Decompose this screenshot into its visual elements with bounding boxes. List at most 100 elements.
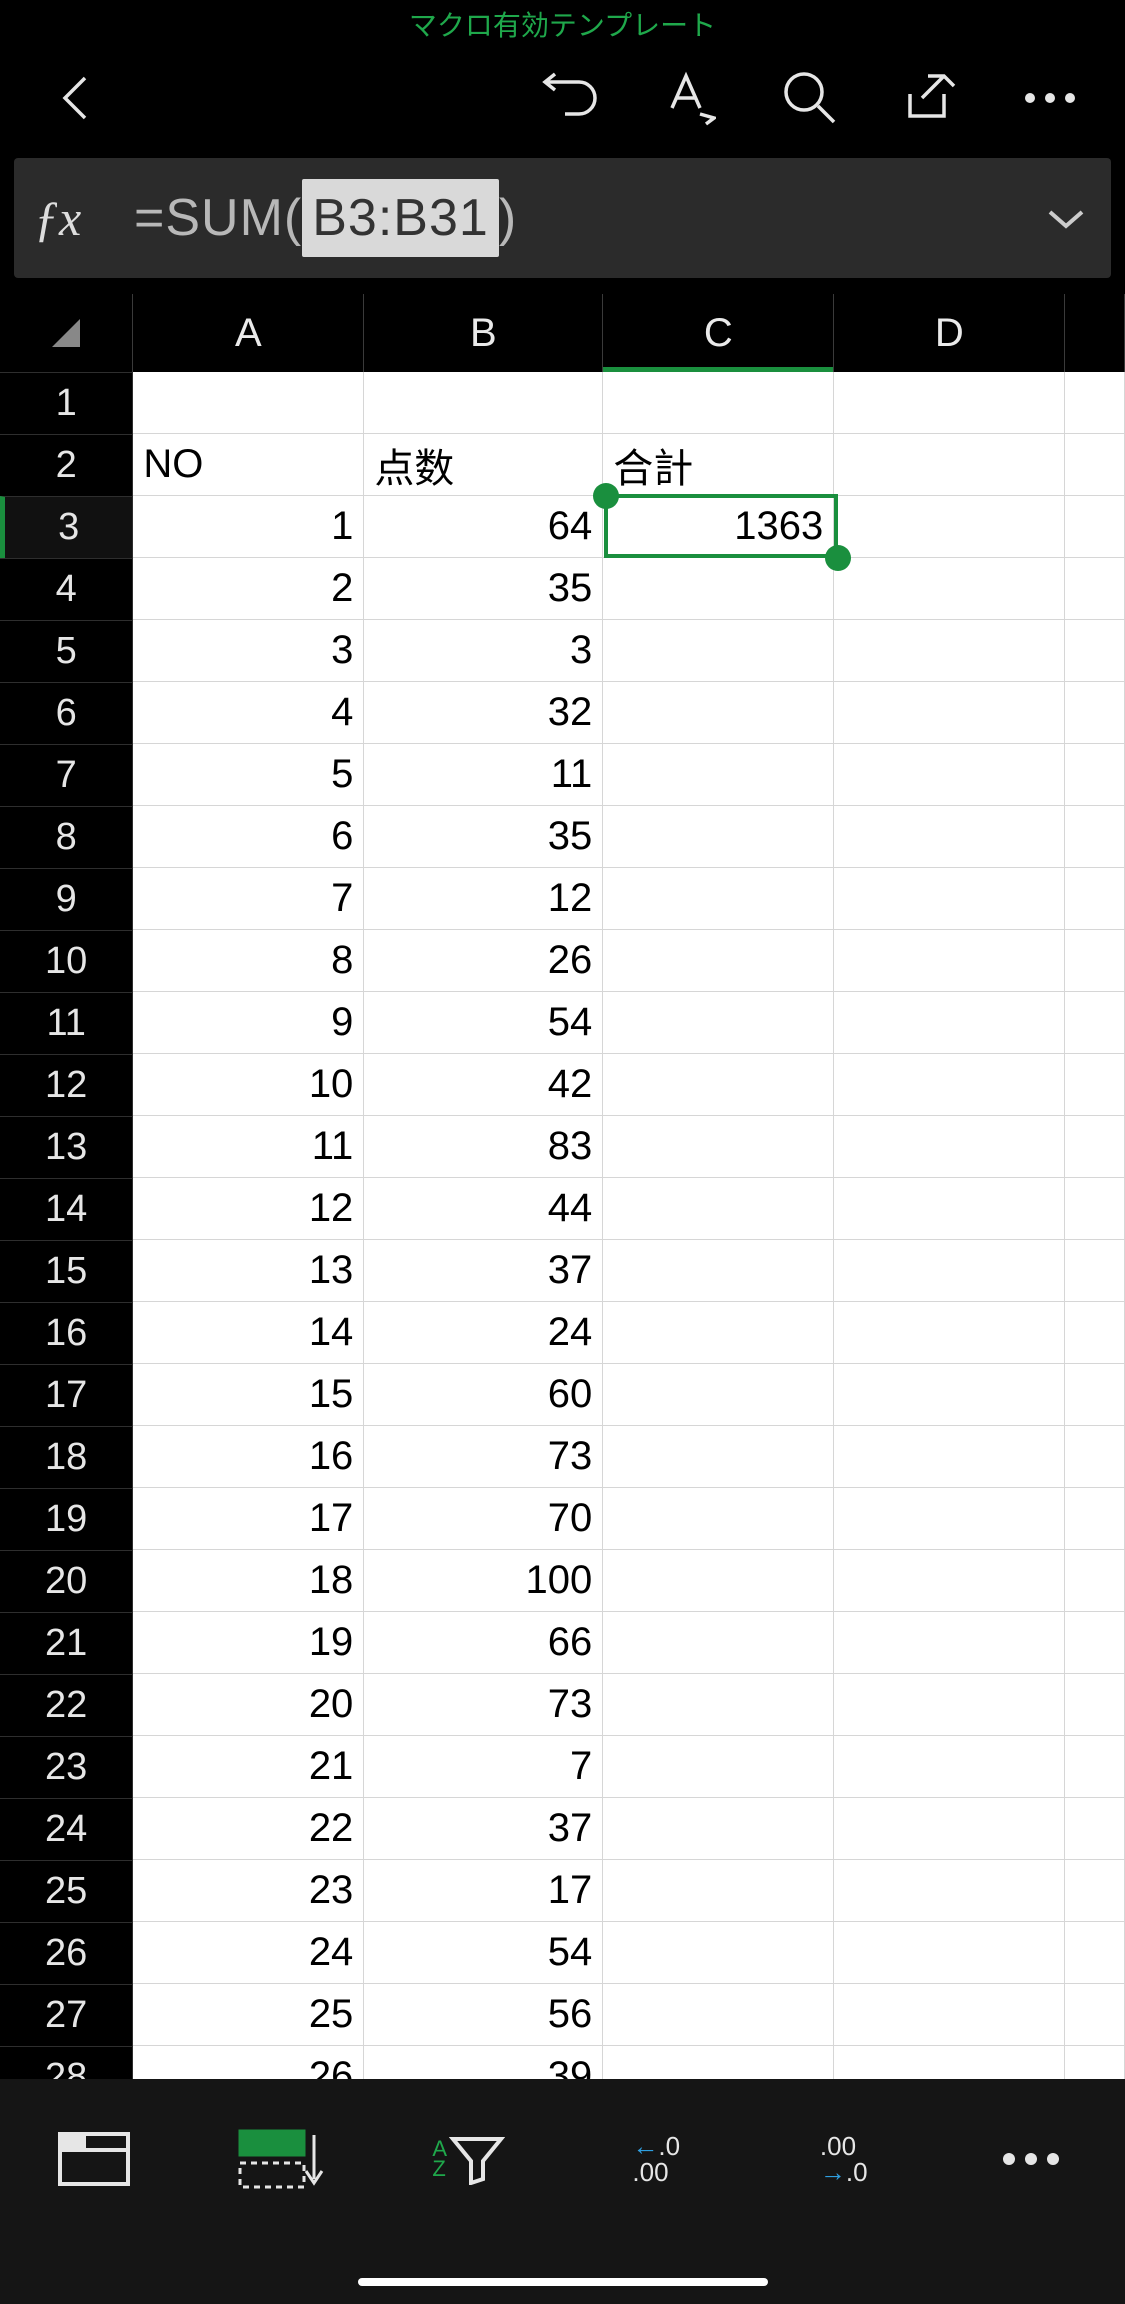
cell-B15[interactable]: 37 [364, 1240, 603, 1302]
cell-B4[interactable]: 35 [364, 558, 603, 620]
row-header[interactable]: 21 [0, 1612, 133, 1674]
cell-A7[interactable]: 5 [133, 744, 364, 806]
cell-A24[interactable]: 22 [133, 1798, 364, 1860]
cell-E19[interactable] [1065, 1488, 1125, 1550]
column-header-a[interactable]: A [133, 294, 364, 372]
cell-C13[interactable] [603, 1116, 834, 1178]
decrease-decimal-button[interactable]: ←.0 .00 [563, 2109, 751, 2209]
home-indicator[interactable] [358, 2278, 768, 2286]
row-header[interactable]: 6 [0, 682, 133, 744]
cell-D19[interactable] [834, 1488, 1065, 1550]
cell-B10[interactable]: 26 [364, 930, 603, 992]
cell-D18[interactable] [834, 1426, 1065, 1488]
cell-D22[interactable] [834, 1674, 1065, 1736]
cell-A25[interactable]: 23 [133, 1860, 364, 1922]
cell-E4[interactable] [1065, 558, 1125, 620]
cell-E18[interactable] [1065, 1426, 1125, 1488]
more-button[interactable] [1005, 53, 1095, 143]
cell-D8[interactable] [834, 806, 1065, 868]
cell-A4[interactable]: 2 [133, 558, 364, 620]
cell-C27[interactable] [603, 1984, 834, 2046]
cell-A22[interactable]: 20 [133, 1674, 364, 1736]
cell-C16[interactable] [603, 1302, 834, 1364]
row-header[interactable]: 16 [0, 1302, 133, 1364]
row-header[interactable]: 10 [0, 930, 133, 992]
row-header[interactable]: 8 [0, 806, 133, 868]
cell-A16[interactable]: 14 [133, 1302, 364, 1364]
row-header[interactable]: 22 [0, 1674, 133, 1736]
cell-B9[interactable]: 12 [364, 868, 603, 930]
cell-A27[interactable]: 25 [133, 1984, 364, 2046]
increase-decimal-button[interactable]: .00 →.0 [750, 2109, 938, 2209]
row-header[interactable]: 9 [0, 868, 133, 930]
font-style-button[interactable] [645, 53, 735, 143]
row-header[interactable]: 19 [0, 1488, 133, 1550]
select-all-corner[interactable] [0, 294, 133, 372]
cell-E20[interactable] [1065, 1550, 1125, 1612]
cell-C2[interactable]: 合計 [603, 434, 834, 496]
cell-B12[interactable]: 42 [364, 1054, 603, 1116]
expand-formula-button[interactable] [1041, 193, 1091, 243]
cell-E12[interactable] [1065, 1054, 1125, 1116]
column-header-d[interactable]: D [834, 294, 1065, 372]
column-header-e[interactable] [1065, 294, 1125, 372]
cell-D9[interactable] [834, 868, 1065, 930]
grid-body[interactable]: 12NO点数合計31641363423553364327511863597121… [0, 372, 1125, 2152]
cell-C11[interactable] [603, 992, 834, 1054]
cell-B22[interactable]: 73 [364, 1674, 603, 1736]
cell-C1[interactable] [603, 372, 834, 434]
cell-A8[interactable]: 6 [133, 806, 364, 868]
row-header[interactable]: 26 [0, 1922, 133, 1984]
cell-D16[interactable] [834, 1302, 1065, 1364]
cell-C19[interactable] [603, 1488, 834, 1550]
cell-A13[interactable]: 11 [133, 1116, 364, 1178]
search-button[interactable] [765, 53, 855, 143]
cell-B17[interactable]: 60 [364, 1364, 603, 1426]
formula-bar[interactable]: ƒx =SUM( B3:B31 ) [14, 158, 1111, 278]
cell-E6[interactable] [1065, 682, 1125, 744]
cell-E22[interactable] [1065, 1674, 1125, 1736]
cell-B20[interactable]: 100 [364, 1550, 603, 1612]
cell-D5[interactable] [834, 620, 1065, 682]
cell-C15[interactable] [603, 1240, 834, 1302]
cell-C5[interactable] [603, 620, 834, 682]
cell-A20[interactable]: 18 [133, 1550, 364, 1612]
cell-A26[interactable]: 24 [133, 1922, 364, 1984]
cell-E14[interactable] [1065, 1178, 1125, 1240]
cell-E11[interactable] [1065, 992, 1125, 1054]
cell-C4[interactable] [603, 558, 834, 620]
cell-E26[interactable] [1065, 1922, 1125, 1984]
cell-B7[interactable]: 11 [364, 744, 603, 806]
row-header[interactable]: 20 [0, 1550, 133, 1612]
cell-D1[interactable] [834, 372, 1065, 434]
cell-C10[interactable] [603, 930, 834, 992]
cell-A3[interactable]: 1 [133, 496, 364, 558]
cell-A18[interactable]: 16 [133, 1426, 364, 1488]
cell-A14[interactable]: 12 [133, 1178, 364, 1240]
row-header[interactable]: 18 [0, 1426, 133, 1488]
formula-content[interactable]: =SUM( B3:B31 ) [134, 179, 1041, 257]
cell-A11[interactable]: 9 [133, 992, 364, 1054]
cell-D4[interactable] [834, 558, 1065, 620]
cell-A12[interactable]: 10 [133, 1054, 364, 1116]
cell-E17[interactable] [1065, 1364, 1125, 1426]
cell-B11[interactable]: 54 [364, 992, 603, 1054]
cell-C8[interactable] [603, 806, 834, 868]
undo-button[interactable] [525, 53, 615, 143]
cell-D25[interactable] [834, 1860, 1065, 1922]
cell-A23[interactable]: 21 [133, 1736, 364, 1798]
insert-row-button[interactable] [188, 2109, 376, 2209]
cell-E1[interactable] [1065, 372, 1125, 434]
cell-D6[interactable] [834, 682, 1065, 744]
cell-D7[interactable] [834, 744, 1065, 806]
row-header[interactable]: 11 [0, 992, 133, 1054]
cell-D17[interactable] [834, 1364, 1065, 1426]
selection-handle-tl[interactable] [593, 483, 619, 509]
cell-D14[interactable] [834, 1178, 1065, 1240]
row-header[interactable]: 27 [0, 1984, 133, 2046]
cell-E9[interactable] [1065, 868, 1125, 930]
cell-E25[interactable] [1065, 1860, 1125, 1922]
row-header[interactable]: 23 [0, 1736, 133, 1798]
cell-E15[interactable] [1065, 1240, 1125, 1302]
row-header[interactable]: 13 [0, 1116, 133, 1178]
